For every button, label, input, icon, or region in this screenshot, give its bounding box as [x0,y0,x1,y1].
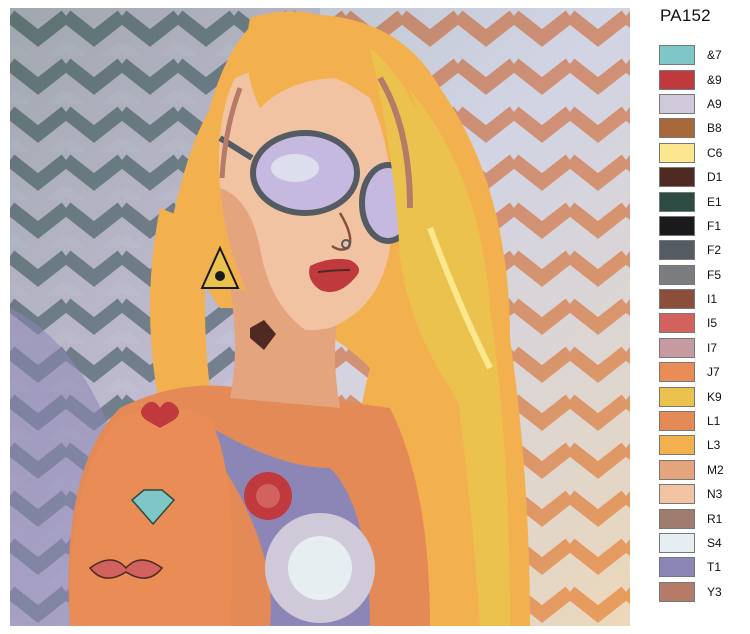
color-swatch [659,484,695,505]
color-swatch [659,459,695,480]
color-code-label: F5 [707,267,722,282]
legend-item: I5 [659,311,747,335]
color-swatch [659,215,695,236]
color-swatch [659,313,695,334]
color-code-label: &9 [707,72,722,87]
color-code-label: K9 [707,389,722,404]
color-swatch [659,557,695,578]
color-swatch [659,386,695,407]
color-code-label: L3 [707,438,721,453]
color-swatch [659,142,695,163]
legend-item: F1 [659,214,747,238]
legend-item: N3 [659,482,747,506]
color-code-label: E1 [707,194,722,209]
color-swatch [659,93,695,114]
color-swatch [659,337,695,358]
color-code-label: N3 [707,487,723,502]
legend-item: A9 [659,92,747,116]
color-swatch [659,45,695,66]
color-swatch [659,118,695,139]
color-swatch [659,533,695,553]
color-swatch [659,240,695,261]
color-swatch [659,581,695,602]
color-code-label: C6 [707,145,723,160]
color-code-label: I5 [707,316,718,331]
color-legend: &7 &9 A9 B8 C6 D1 E1 F1 F2 F5 I1 I5 I7 J7 K9 L1 L3 M2 N3 R1… [659,43,747,604]
color-code-label: A9 [707,96,722,111]
color-code-label: S4 [707,536,722,550]
color-code-label: F2 [707,243,722,258]
color-swatch [659,508,695,529]
color-code-label: L1 [707,414,721,429]
color-code-label: Y3 [707,584,722,599]
color-code-label: I7 [707,340,718,355]
legend-item: I7 [659,336,747,360]
legend-item: J7 [659,360,747,384]
legend-item: D1 [659,165,747,189]
legend-item: M2 [659,458,747,482]
color-swatch [659,362,695,383]
color-code-label: B8 [707,121,722,136]
legend-item: Y3 [659,580,747,604]
legend-item: T1 [659,555,747,579]
artwork-illustration [10,8,630,626]
legend-item: L1 [659,409,747,433]
legend-item: B8 [659,116,747,140]
legend-item: F5 [659,263,747,287]
legend-item: S4 [659,531,747,555]
color-code-label: D1 [707,170,723,185]
color-code-label: J7 [707,365,720,380]
color-code-label: I1 [707,292,718,307]
color-swatch [659,191,695,212]
legend-item: &9 [659,67,747,91]
color-swatch [659,411,695,432]
color-code-label: T1 [707,560,722,575]
color-code-label: &7 [707,48,722,63]
color-swatch [659,69,695,90]
legend-item: R1 [659,506,747,530]
legend-item: K9 [659,384,747,408]
color-code-label: R1 [707,511,723,526]
legend-item: E1 [659,189,747,213]
color-code-label: M2 [707,462,724,477]
legend-item: C6 [659,141,747,165]
legend-item: &7 [659,43,747,67]
legend-item: L3 [659,433,747,457]
color-code-label: F1 [707,218,722,233]
color-swatch [659,167,695,188]
color-swatch [659,289,695,310]
legend-item: F2 [659,238,747,262]
legend-item: I1 [659,287,747,311]
product-code: PA152 [660,6,711,25]
color-swatch [659,435,695,456]
color-swatch [659,264,695,285]
